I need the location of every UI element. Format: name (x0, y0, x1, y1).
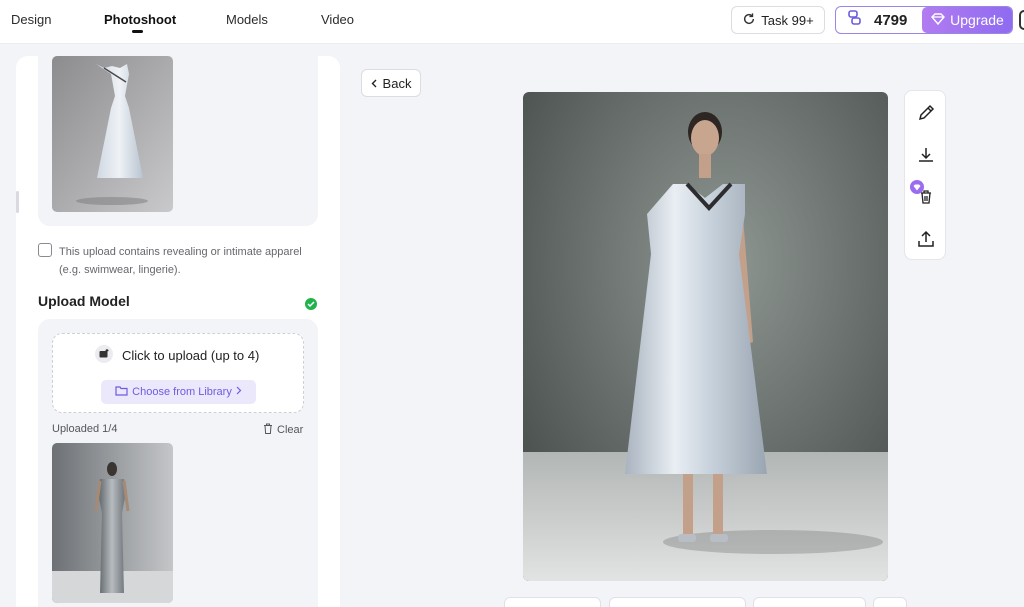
task-label: Task 99+ (761, 12, 814, 28)
chevron-right-icon (236, 386, 242, 398)
bottom-action-button-3[interactable] (753, 597, 866, 607)
tab-photoshoot[interactable]: Photoshoot (104, 12, 176, 27)
model-thumbnail[interactable] (52, 443, 173, 603)
credits-panel: 4799 Upgrade (835, 6, 1013, 34)
coins-icon (848, 10, 862, 30)
garment-thumbnail[interactable] (52, 56, 173, 212)
share-icon[interactable] (914, 227, 938, 251)
revealing-apparel-checkbox[interactable] (38, 243, 52, 257)
diamond-icon (931, 12, 946, 28)
back-label: Back (382, 75, 412, 91)
image-upload-icon (95, 345, 113, 366)
library-button-label: Choose from Library (132, 386, 232, 398)
refresh-icon (742, 12, 756, 29)
credits-value: 4799 (874, 11, 908, 29)
choose-from-library-button[interactable]: Choose from Library (101, 380, 256, 404)
upload-prompt-text: Click to upload (up to 4) (122, 348, 260, 363)
tab-models[interactable]: Models (226, 12, 268, 27)
bottom-action-button-1[interactable] (504, 597, 601, 607)
active-tab-indicator (132, 30, 143, 33)
folder-icon (115, 385, 128, 399)
clear-button[interactable]: Clear (263, 423, 303, 437)
download-icon[interactable] (914, 143, 938, 167)
chevron-left-icon (371, 76, 377, 91)
scroll-indicator (16, 191, 19, 213)
clear-label: Clear (277, 424, 304, 436)
generated-photo[interactable] (523, 92, 888, 581)
top-navigation-bar: Design Photoshoot Models Video Task 99+ … (0, 0, 1024, 44)
bottom-action-button-4[interactable] (873, 597, 907, 607)
task-button[interactable]: Task 99+ (731, 6, 825, 34)
model-dropzone[interactable]: Click to upload (up to 4) Choose from Li… (52, 333, 304, 413)
upload-prompt: Click to upload (up to 4) (95, 345, 259, 366)
pencil-icon[interactable] (914, 101, 938, 125)
image-toolbar (904, 90, 946, 260)
trash-icon (263, 423, 273, 437)
uploaded-count: Uploaded 1/4 (52, 423, 118, 435)
bottom-action-button-2[interactable] (609, 597, 746, 607)
premium-gem-icon (910, 180, 924, 194)
back-button[interactable]: Back (361, 69, 421, 97)
tab-design[interactable]: Design (11, 12, 51, 27)
revealing-apparel-label: This upload contains revealing or intima… (59, 246, 302, 276)
check-icon (305, 298, 317, 310)
credits-display[interactable]: 4799 (836, 7, 922, 33)
upgrade-button[interactable]: Upgrade (922, 7, 1012, 33)
tab-video[interactable]: Video (321, 12, 354, 27)
upload-model-title: Upload Model (38, 293, 130, 309)
avatar[interactable] (1019, 10, 1024, 30)
upgrade-label: Upgrade (950, 12, 1004, 28)
